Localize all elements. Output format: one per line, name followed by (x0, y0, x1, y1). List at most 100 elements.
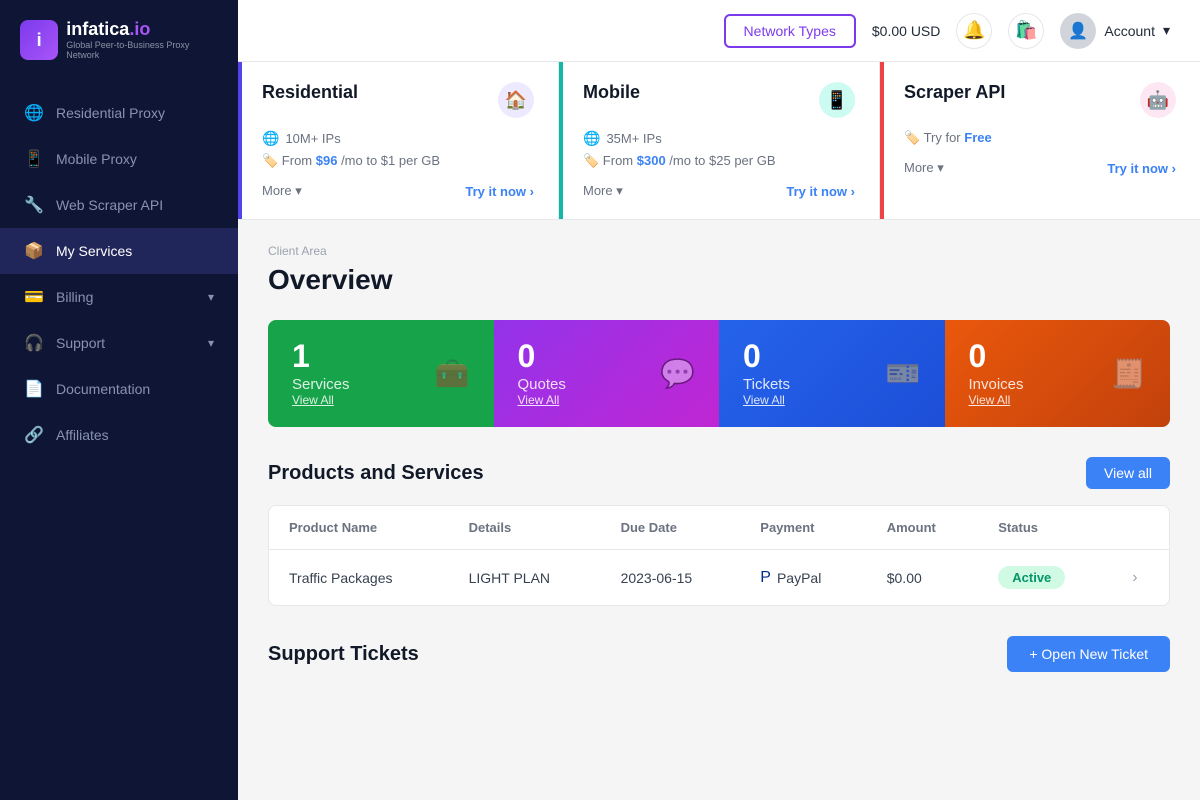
sidebar-item-label: Billing (56, 289, 93, 305)
price-label-icon: 🏷️ (583, 153, 599, 168)
support-section: Support Tickets + Open New Ticket (268, 636, 1170, 672)
user-icon: 👤 (1068, 21, 1088, 41)
sidebar-item-label: Affiliates (56, 427, 109, 443)
logo-domain: .io (129, 19, 150, 39)
card-top: Mobile 📱 (583, 82, 855, 118)
cell-action[interactable]: › (1112, 550, 1169, 606)
more-button[interactable]: More ▾ (904, 160, 944, 176)
open-ticket-button[interactable]: + Open New Ticket (1007, 636, 1170, 672)
stat-card-invoices: 0 Invoices View All 🧾 (945, 320, 1171, 427)
network-types-button[interactable]: Network Types (724, 14, 856, 48)
stat-view-all-link[interactable]: View All (969, 393, 1024, 407)
account-menu[interactable]: 👤 Account ▾ (1060, 13, 1170, 49)
price-label-icon: 🏷️ (904, 130, 920, 145)
products-view-all-button[interactable]: View all (1086, 457, 1170, 489)
try-now-button[interactable]: Try it now › (1107, 161, 1176, 176)
table-header: Product NameDetailsDue DatePaymentAmount… (269, 506, 1169, 550)
banner-card-mobile: Mobile 📱 🌐 35M+ IPs 🏷️ From $300 /mo to … (559, 62, 880, 219)
sidebar-nav: 🌐 Residential Proxy 📱 Mobile Proxy 🔧 Web… (0, 80, 238, 800)
paypal-icon: P (760, 569, 771, 587)
price-value: Free (964, 130, 991, 145)
card-price: 🏷️ Try for Free (904, 130, 1176, 146)
main-content: Network Types $0.00 USD 🔔 🛍️ 👤 Account ▾… (238, 0, 1200, 800)
more-button[interactable]: More ▾ (583, 183, 623, 199)
cell-status: Active (978, 550, 1112, 606)
table-header-row: Product NameDetailsDue DatePaymentAmount… (269, 506, 1169, 550)
card-title: Mobile (583, 82, 640, 103)
residential-proxy-icon: 🌐 (24, 103, 44, 123)
row-arrow-icon[interactable]: › (1132, 569, 1137, 586)
stat-right: 🎫 (886, 357, 921, 390)
card-actions: More ▾ Try it now › (904, 160, 1176, 176)
notifications-button[interactable]: 🔔 (956, 13, 992, 49)
sidebar-item-mobile-proxy[interactable]: 📱 Mobile Proxy (0, 136, 238, 182)
try-now-button[interactable]: Try it now › (786, 184, 855, 199)
table-header-cell: Due Date (601, 506, 741, 550)
card-ips: 🌐 35M+ IPs (583, 130, 855, 147)
stat-left: 0 Quotes View All (518, 340, 566, 407)
stat-right: 🧾 (1111, 357, 1146, 390)
sidebar-item-web-scraper-api[interactable]: 🔧 Web Scraper API (0, 182, 238, 228)
status-badge: Active (998, 566, 1065, 589)
stat-right: 💬 (660, 357, 695, 390)
stat-left: 0 Invoices View All (969, 340, 1024, 407)
products-table: Product NameDetailsDue DatePaymentAmount… (269, 506, 1169, 605)
card-top: Residential 🏠 (262, 82, 534, 118)
support-icon: 🎧 (24, 333, 44, 353)
card-ips: 🌐 10M+ IPs (262, 130, 534, 147)
chevron-icon: ▾ (208, 336, 214, 350)
products-section-header: Products and Services View all (268, 457, 1170, 489)
cell-due-date: 2023-06-15 (601, 550, 741, 606)
web-scraper-api-icon: 🔧 (24, 195, 44, 215)
card-top: Scraper API 🤖 (904, 82, 1176, 118)
banner-card-residential: Residential 🏠 🌐 10M+ IPs 🏷️ From $96 /mo… (238, 62, 559, 219)
stat-label: Quotes (518, 376, 566, 393)
logo-name: infatica.io (66, 20, 218, 38)
page-title: Overview (268, 264, 1170, 296)
stat-card-quotes: 0 Quotes View All 💬 (494, 320, 720, 427)
cell-amount: $0.00 (867, 550, 979, 606)
table-header-cell-action (1112, 506, 1169, 550)
card-title: Scraper API (904, 82, 1005, 103)
stat-icon: 🧾 (1111, 357, 1146, 390)
card-title: Residential (262, 82, 358, 103)
stat-right: 🧰 (435, 357, 470, 390)
price-value: $300 (637, 153, 666, 168)
stat-view-all-link[interactable]: View All (292, 393, 350, 407)
card-accent (880, 62, 884, 219)
card-actions: More ▾ Try it now › (583, 183, 855, 199)
content-area: Client Area Overview 1 Services View All… (238, 220, 1200, 800)
stat-number: 0 (518, 340, 566, 372)
stat-view-all-link[interactable]: View All (743, 393, 790, 407)
sidebar-item-documentation[interactable]: 📄 Documentation (0, 366, 238, 412)
sidebar: i infatica.io Global Peer-to-Business Pr… (0, 0, 238, 800)
stat-icon: 🧰 (435, 357, 470, 390)
stat-number: 0 (969, 340, 1024, 372)
sidebar-item-billing[interactable]: 💳 Billing ▾ (0, 274, 238, 320)
products-section-title: Products and Services (268, 462, 484, 485)
more-button[interactable]: More ▾ (262, 183, 302, 199)
chevron-down-icon: ▾ (1163, 22, 1170, 39)
sidebar-item-residential-proxy[interactable]: 🌐 Residential Proxy (0, 90, 238, 136)
table-header-cell: Product Name (269, 506, 449, 550)
support-section-header: Support Tickets + Open New Ticket (268, 636, 1170, 672)
card-accent (238, 62, 242, 219)
stat-label: Services (292, 376, 350, 393)
logo-icon: i (20, 20, 58, 60)
bell-icon: 🔔 (963, 20, 985, 41)
stat-view-all-link[interactable]: View All (518, 393, 566, 407)
price-value: $96 (316, 153, 338, 168)
sidebar-item-support[interactable]: 🎧 Support ▾ (0, 320, 238, 366)
breadcrumb: Client Area (268, 244, 1170, 258)
sidebar-item-my-services[interactable]: 📦 My Services (0, 228, 238, 274)
table-row: Traffic Packages LIGHT PLAN 2023-06-15 P… (269, 550, 1169, 606)
sidebar-item-affiliates[interactable]: 🔗 Affiliates (0, 412, 238, 458)
globe-icon: 🌐 (262, 130, 279, 147)
header: Network Types $0.00 USD 🔔 🛍️ 👤 Account ▾ (238, 0, 1200, 62)
stat-card-services: 1 Services View All 🧰 (268, 320, 494, 427)
sidebar-item-label: Documentation (56, 381, 150, 397)
table-header-cell: Payment (740, 506, 866, 550)
stat-number: 0 (743, 340, 790, 372)
try-now-button[interactable]: Try it now › (465, 184, 534, 199)
cart-button[interactable]: 🛍️ (1008, 13, 1044, 49)
